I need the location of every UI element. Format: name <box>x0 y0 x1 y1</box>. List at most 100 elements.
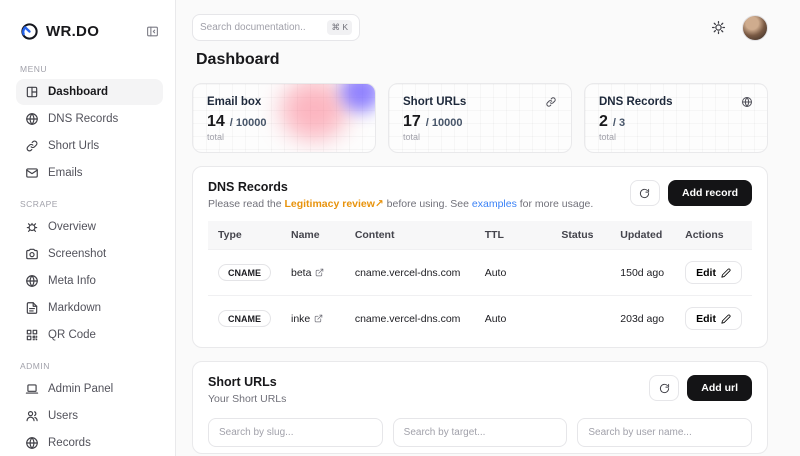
record-type-badge: CNAME <box>218 310 271 327</box>
stat-card-dns-records[interactable]: DNS Records 2 / 3 total <box>584 83 768 153</box>
add-url-button[interactable]: Add url <box>687 375 752 401</box>
camera-icon <box>25 247 39 261</box>
stat-title: Short URLs <box>403 96 466 108</box>
dns-panel-subtitle: Please read the Legitimacy review↗ befor… <box>208 198 593 210</box>
sidebar-item-label: Users <box>48 410 78 422</box>
subtitle-text: Please read the <box>208 198 284 210</box>
record-type-badge: CNAME <box>218 264 271 281</box>
record-ttl: Auto <box>475 296 552 342</box>
user-avatar[interactable] <box>742 15 768 41</box>
short-urls-panel-title: Short URLs <box>208 375 286 389</box>
col-header-ttl: TTL <box>475 221 552 250</box>
sidebar-collapse-icon[interactable] <box>146 25 159 38</box>
qr-code-icon <box>25 328 39 342</box>
edit-button[interactable]: Edit <box>685 307 742 330</box>
stat-value: 2 <box>599 113 608 131</box>
short-urls-filters <box>208 418 752 447</box>
record-ttl: Auto <box>475 250 552 296</box>
refresh-icon <box>639 188 650 199</box>
col-header-actions: Actions <box>675 221 752 250</box>
stat-limit: / 3 <box>613 117 625 129</box>
file-text-icon <box>25 301 39 315</box>
search-username-input[interactable] <box>577 418 752 447</box>
sidebar-item-label: Dashboard <box>48 86 108 98</box>
sidebar-item-meta-info[interactable]: Meta Info <box>16 268 163 294</box>
pencil-icon <box>721 268 731 278</box>
table-row: CNAME inke cname.vercel-dns.com Auto 203… <box>208 296 752 342</box>
refresh-button[interactable] <box>630 180 660 206</box>
add-record-button[interactable]: Add record <box>668 180 752 206</box>
sidebar-section-label: MENU <box>20 64 159 74</box>
sidebar-item-short-urls[interactable]: Short Urls <box>16 133 163 159</box>
app-logo[interactable]: WR.DO <box>20 22 99 41</box>
edit-button[interactable]: Edit <box>685 261 742 284</box>
stat-title: Email box <box>207 96 261 108</box>
refresh-icon <box>659 383 670 394</box>
topbar: ⌘ K <box>192 14 768 41</box>
sidebar-item-users[interactable]: Users <box>16 403 163 429</box>
record-updated: 203d ago <box>610 296 675 342</box>
doc-search[interactable]: ⌘ K <box>192 14 360 41</box>
link-icon <box>25 139 39 153</box>
doc-search-input[interactable] <box>200 22 305 33</box>
record-content: cname.vercel-dns.com <box>345 296 475 342</box>
sidebar-item-markdown[interactable]: Markdown <box>16 295 163 321</box>
search-slug-input[interactable] <box>208 418 383 447</box>
short-urls-panel-subtitle: Your Short URLs <box>208 393 286 405</box>
stat-limit: / 10000 <box>230 117 267 129</box>
sidebar-item-dashboard[interactable]: Dashboard <box>16 79 163 105</box>
gauge-logo-icon <box>20 22 39 41</box>
logo-text: WR.DO <box>46 23 99 40</box>
dns-records-panel: DNS Records Please read the Legitimacy r… <box>192 166 768 348</box>
sidebar-item-label: Meta Info <box>48 275 96 287</box>
sidebar-item-label: Screenshot <box>48 248 106 260</box>
record-updated: 150d ago <box>610 250 675 296</box>
globe-icon <box>25 436 39 450</box>
sidebar-item-label: Records <box>48 437 91 449</box>
legitimacy-review-link[interactable]: Legitimacy review↗ <box>284 198 383 210</box>
pencil-icon <box>721 314 731 324</box>
sidebar-item-qr-code[interactable]: QR Code <box>16 322 163 348</box>
sidebar-item-dns-records[interactable]: DNS Records <box>16 106 163 132</box>
refresh-button[interactable] <box>649 375 679 401</box>
sidebar-item-admin-panel[interactable]: Admin Panel <box>16 376 163 402</box>
stat-caption: total <box>599 132 753 142</box>
subtitle-text: for more usage. <box>517 198 593 210</box>
theme-toggle-sun-icon[interactable] <box>711 20 726 35</box>
record-name[interactable]: inke <box>291 313 323 325</box>
search-shortcut-badge: ⌘ K <box>327 20 352 35</box>
link-icon <box>545 96 557 108</box>
sidebar-section-label: ADMIN <box>20 361 159 371</box>
table-row: CNAME beta cname.vercel-dns.com Auto 150… <box>208 250 752 296</box>
app-window: WR.DO MENU Dashboard DNS Records Short U… <box>0 0 800 456</box>
sidebar-item-screenshot[interactable]: Screenshot <box>16 241 163 267</box>
col-header-type: Type <box>208 221 281 250</box>
stat-card-short-urls[interactable]: Short URLs 17 / 10000 total <box>388 83 572 153</box>
main-content: ⌘ K Dashboard Email box 14 / 10000 <box>176 0 800 456</box>
bug-icon <box>25 220 39 234</box>
sidebar-item-label: QR Code <box>48 329 96 341</box>
sidebar-item-label: Emails <box>48 167 83 179</box>
stat-card-email-box[interactable]: Email box 14 / 10000 total <box>192 83 376 153</box>
external-link-icon <box>315 268 324 277</box>
short-urls-panel: Short URLs Your Short URLs Add url <box>192 361 768 454</box>
stat-value: 17 <box>403 113 421 131</box>
record-name[interactable]: beta <box>291 267 324 279</box>
mail-icon <box>25 166 39 180</box>
examples-link[interactable]: examples <box>472 198 517 210</box>
sidebar-item-emails[interactable]: Emails <box>16 160 163 186</box>
page-title: Dashboard <box>196 51 768 69</box>
sidebar-item-records[interactable]: Records <box>16 430 163 456</box>
search-target-input[interactable] <box>393 418 568 447</box>
globe-icon <box>741 96 753 108</box>
sidebar-item-overview[interactable]: Overview <box>16 214 163 240</box>
record-content: cname.vercel-dns.com <box>345 250 475 296</box>
users-icon <box>25 409 39 423</box>
sidebar-item-label: Overview <box>48 221 96 233</box>
sidebar: WR.DO MENU Dashboard DNS Records Short U… <box>0 0 176 456</box>
dns-panel-title: DNS Records <box>208 180 593 194</box>
stat-caption: total <box>207 132 361 142</box>
sidebar-item-label: Short Urls <box>48 140 99 152</box>
stat-caption: total <box>403 132 557 142</box>
table-header-row: Type Name Content TTL Status Updated Act… <box>208 221 752 250</box>
